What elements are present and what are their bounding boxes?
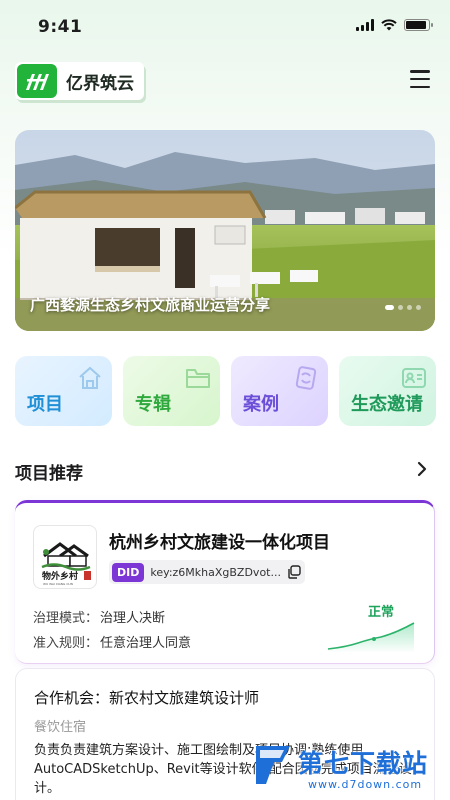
watermark-text: 第七下载站 [298, 749, 429, 778]
logo-mark-icon [17, 64, 57, 98]
project-logo: 物外乡村 WU WAI XIANG CUN [33, 525, 97, 589]
battery-icon [404, 19, 433, 31]
category-tile-albums[interactable]: 专辑 [123, 356, 220, 426]
opportunity-title: 合作机会：新农村文旅建筑设计师 [34, 689, 260, 707]
category-label: 项目 [27, 394, 63, 415]
category-label: 生态邀请 [351, 394, 423, 415]
carousel-dot[interactable] [398, 305, 403, 310]
watermark-logo-icon [256, 746, 290, 784]
header: 亿界筑云 [0, 60, 450, 100]
category-label: 专辑 [135, 394, 171, 415]
chevron-right-icon[interactable] [416, 460, 428, 478]
battery-fill [406, 21, 426, 29]
category-tiles: 项目 专辑 案例 生态邀请 [15, 356, 436, 426]
did-key: key:z6MkhaXgBZDvot... [150, 565, 281, 579]
logo-subtext: WU WAI XIANG CUN [43, 582, 73, 586]
admission-value: 任意治理人同意 [100, 636, 192, 651]
opportunity-tag: 餐饮住宿 [34, 720, 87, 735]
cellular-signal-icon [356, 19, 374, 31]
banner-caption: 广西婺源生态乡村文旅商业运营分享 [30, 296, 271, 314]
wifi-icon [381, 19, 397, 31]
house-icon [79, 366, 101, 389]
admission-row: 准入规则： 任意治理人同意 [33, 632, 191, 651]
logo-text: 物外乡村 [42, 570, 78, 582]
folder-icon [186, 369, 210, 388]
status-time: 9:41 [38, 17, 83, 37]
status-text: 正常 [367, 605, 394, 620]
category-label: 案例 [243, 394, 279, 415]
carousel-dots[interactable] [385, 305, 421, 310]
status-icons [356, 19, 433, 31]
did-pill: DID key:z6MkhaXgBZDvot... [109, 560, 305, 584]
id-card-icon [402, 368, 426, 388]
category-tile-ecosystem-invite[interactable]: 生态邀请 [339, 356, 436, 426]
project-card[interactable]: 物外乡村 WU WAI XIANG CUN 杭州乡村文旅建设一体化项目 DID … [15, 500, 435, 664]
status-trend-chart [327, 622, 415, 653]
governance-row: 治理模式： 治理人决断 [33, 607, 165, 626]
app-logo[interactable]: 亿界筑云 [15, 62, 144, 100]
project-title: 杭州乡村文旅建设一体化项目 [109, 533, 330, 553]
category-tile-cases[interactable]: 案例 [231, 356, 328, 426]
category-tile-projects[interactable]: 项目 [15, 356, 112, 426]
copy-icon[interactable] [287, 565, 301, 579]
refresh-document-icon [295, 366, 317, 390]
section-title: 项目推荐 [15, 464, 83, 484]
governance-label: 治理模式： [33, 611, 99, 626]
admission-label: 准入规则： [33, 636, 99, 651]
watermark-url: www.d7down.com [308, 778, 423, 791]
status-bar: 9:41 [0, 0, 450, 54]
did-badge: DID [112, 562, 145, 582]
carousel-dot[interactable] [407, 305, 412, 310]
hamburger-menu-icon[interactable] [410, 70, 430, 88]
carousel-dot[interactable] [416, 305, 421, 310]
hero-banner[interactable]: 广西婺源生态乡村文旅商业运营分享 [15, 130, 435, 331]
governance-value: 治理人决断 [100, 611, 166, 626]
watermark: 第七下载站 www.d7down.com [252, 742, 442, 798]
app-name: 亿界筑云 [66, 73, 134, 94]
carousel-dot[interactable] [385, 305, 394, 310]
